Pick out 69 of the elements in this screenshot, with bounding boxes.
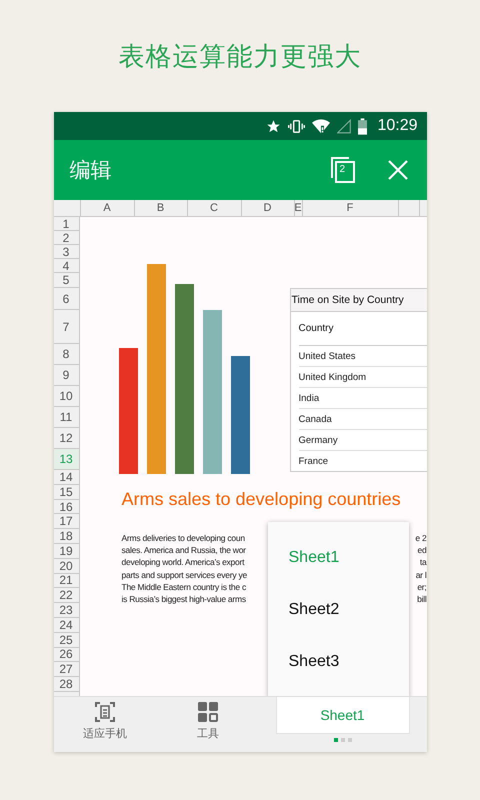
row-label[interactable]: 27 — [54, 662, 78, 678]
column-label[interactable]: F — [302, 200, 398, 216]
row-label[interactable]: 7 — [54, 310, 78, 344]
paragraph-text: ar l — [416, 568, 426, 581]
star-icon — [266, 118, 282, 134]
table-cell: Germany — [298, 430, 426, 451]
grid-icon — [197, 701, 219, 723]
paragraph-text: parts and support services every ye — [122, 568, 247, 581]
row-label[interactable]: 22 — [54, 588, 78, 604]
row-label[interactable]: 10 — [54, 386, 78, 407]
table-cell: Canada — [298, 409, 426, 430]
column-label[interactable]: D — [242, 200, 294, 216]
row-label[interactable]: 23 — [54, 603, 78, 618]
battery-icon — [358, 118, 368, 134]
row-label[interactable]: 15 — [54, 484, 78, 500]
row-label[interactable]: 18 — [54, 529, 78, 544]
close-icon — [386, 159, 408, 181]
table-cell-text: France — [298, 454, 330, 468]
row-label[interactable]: 24 — [54, 618, 78, 633]
row-label[interactable]: 20 — [54, 558, 78, 574]
row-label[interactable]: 14 — [54, 470, 78, 485]
paragraph-text: ta — [420, 556, 426, 569]
paragraph-text: er; — [417, 580, 426, 593]
table-title: Time on Site by Country — [290, 289, 426, 312]
paragraph-text: The Middle Eastern country is the c — [122, 580, 246, 593]
paragraph-text: e 2 — [415, 532, 426, 544]
paragraph-text: developing world. America’s export — [122, 556, 244, 569]
table-cell: India — [298, 388, 426, 409]
row-label[interactable]: 6 — [54, 288, 78, 310]
row-label[interactable]: 2 — [54, 231, 78, 245]
clock-time: 10:29 — [377, 117, 418, 135]
table-cell: United Kingdom — [298, 367, 426, 388]
row-label[interactable]: 25 — [54, 632, 78, 648]
sheet-menu-item[interactable]: Sheet2 — [268, 584, 408, 636]
row-label[interactable]: 3 — [54, 245, 78, 259]
row-label[interactable]: 11 — [54, 407, 78, 428]
wifi-icon — [312, 118, 330, 134]
toolbar-button[interactable]: 工具 — [156, 697, 260, 751]
row-label[interactable]: 17 — [54, 514, 78, 530]
vibrate-icon — [288, 118, 306, 134]
fit-screen-icon — [94, 701, 116, 723]
table-header: Country — [298, 312, 426, 346]
row-label[interactable]: 4 — [54, 259, 78, 273]
row-label[interactable]: 8 — [54, 344, 78, 365]
toolbar-button[interactable]: 适应手机 — [54, 697, 156, 751]
paragraph-text: Arms deliveries to developing coun — [122, 532, 245, 544]
sheet-menu-item[interactable]: Sheet3 — [268, 636, 408, 688]
column-label[interactable]: B — [134, 200, 188, 216]
paragraph-text: sales. America and Russia, the wor — [122, 544, 246, 556]
row-label[interactable]: 5 — [54, 273, 78, 288]
paragraph-text: ed — [418, 544, 426, 556]
row-label[interactable]: 9 — [54, 365, 78, 386]
row-label[interactable]: 1 — [54, 217, 78, 231]
column-label[interactable]: C — [188, 200, 242, 216]
column-label[interactable]: A — [80, 200, 134, 216]
sheet-tab[interactable]: Sheet1 — [276, 697, 410, 734]
paragraph-text: is Russia’s biggest high-value arms — [122, 592, 246, 606]
row-label[interactable]: 19 — [54, 544, 78, 559]
app-bar-title: 编辑 — [70, 158, 112, 184]
row-label[interactable]: 16 — [54, 500, 78, 514]
sheet-title: Arms sales to developing countries — [122, 489, 401, 510]
row-label[interactable]: 28 — [54, 677, 78, 692]
paragraph-text: bill — [417, 592, 426, 606]
headline: 表格运算能力更强大 — [118, 40, 362, 72]
signal-icon — [337, 118, 352, 134]
table-cell: United States — [298, 346, 426, 367]
column-label[interactable]: E — [294, 200, 302, 216]
row-label[interactable]: 26 — [54, 648, 78, 662]
row-label[interactable]: 21 — [54, 574, 78, 588]
